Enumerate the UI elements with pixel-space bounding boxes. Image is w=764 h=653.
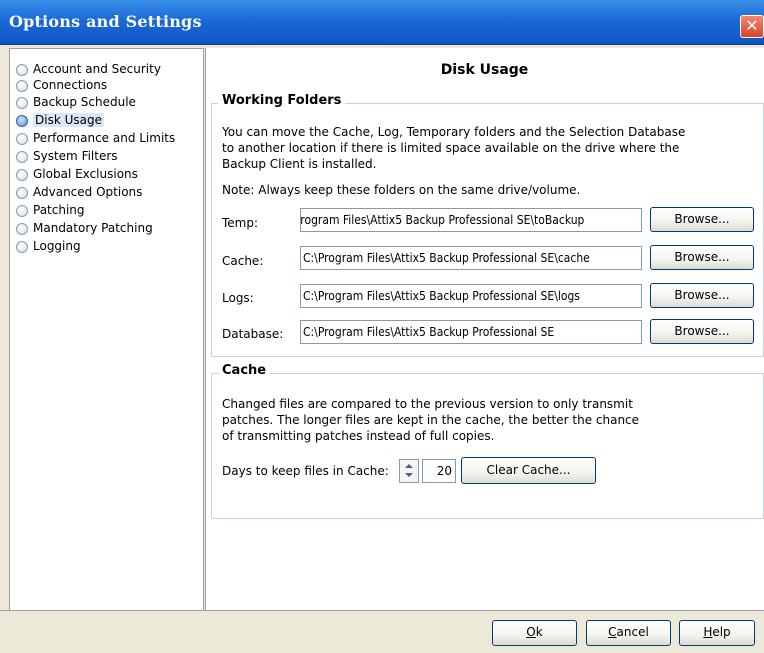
radio-icon — [16, 80, 28, 92]
spinner-icon[interactable] — [399, 459, 419, 483]
logs-browse-button[interactable]: Browse... — [650, 283, 754, 308]
nav-item-label: Mandatory Patching — [33, 221, 153, 235]
temp-label: Temp: — [222, 216, 259, 230]
working-folders-description-line-3: Backup Client is installed. — [222, 157, 377, 171]
logs-path-field[interactable]: C:\Program Files\Attix5 Backup Professio… — [300, 284, 642, 308]
cache-group-label: Cache — [218, 363, 271, 378]
ok-mnemonic: O — [526, 625, 536, 639]
clear-cache-button[interactable]: Clear Cache... — [461, 457, 596, 484]
nav-item-label: Patching — [33, 203, 85, 217]
radio-icon — [16, 187, 28, 199]
nav-item-label: Disk Usage — [33, 113, 104, 127]
radio-icon — [16, 223, 28, 235]
nav-item-label: System Filters — [33, 149, 118, 163]
nav-item-label: Performance and Limits — [33, 131, 176, 145]
options-nav-list: Account and Security Connections Backup … — [15, 60, 175, 255]
cache-browse-button[interactable]: Browse... — [650, 245, 754, 270]
nav-item-label: Advanced Options — [33, 185, 143, 199]
help-button[interactable]: Help — [679, 620, 755, 646]
nav-item-label: Connections — [33, 78, 108, 92]
window-title: Options and Settings — [9, 12, 202, 31]
cancel-label-rest: ancel — [616, 625, 649, 639]
spinner-up-icon[interactable] — [405, 464, 413, 468]
radio-icon — [16, 97, 28, 109]
nav-item-mandatory-patching[interactable]: Mandatory Patching — [15, 219, 175, 237]
cache-group — [211, 373, 764, 519]
working-folders-note: Note: Always keep these folders on the s… — [222, 183, 581, 197]
days-to-keep-label: Days to keep files in Cache: — [222, 464, 389, 478]
radio-icon — [16, 151, 28, 163]
nav-item-backup-schedule[interactable]: Backup Schedule — [15, 93, 175, 111]
radio-icon — [16, 64, 28, 76]
nav-item-logging[interactable]: Logging — [15, 237, 175, 255]
nav-item-system-filters[interactable]: System Filters — [15, 147, 175, 165]
temp-browse-button[interactable]: Browse... — [650, 207, 754, 232]
cache-label: Cache: — [222, 254, 264, 268]
cancel-mnemonic: C — [608, 625, 617, 639]
nav-item-patching[interactable]: Patching — [15, 201, 175, 219]
help-mnemonic: H — [703, 625, 713, 639]
radio-icon — [16, 241, 28, 253]
database-label: Database: — [222, 327, 284, 341]
help-label-rest: elp — [712, 625, 731, 639]
cache-description-line-3: of transmitting patches instead of full … — [222, 429, 495, 443]
nav-item-performance-and-limits[interactable]: Performance and Limits — [15, 129, 175, 147]
days-to-keep-field[interactable]: 20 — [422, 459, 456, 483]
radio-icon — [16, 169, 28, 181]
database-browse-button[interactable]: Browse... — [650, 319, 754, 344]
ok-button[interactable]: Ok — [492, 620, 577, 646]
nav-item-disk-usage[interactable]: Disk Usage — [15, 111, 175, 129]
radio-icon — [16, 133, 28, 145]
working-folders-description-line-1: You can move the Cache, Log, Temporary f… — [222, 125, 686, 139]
ok-label-rest: k — [535, 625, 543, 639]
radio-icon — [16, 205, 28, 217]
nav-item-label: Account and Security — [33, 62, 161, 76]
cancel-button[interactable]: Cancel — [586, 620, 671, 646]
close-icon[interactable]: ✕ — [740, 15, 764, 38]
nav-item-label: Global Exclusions — [33, 167, 138, 181]
working-folders-label: Working Folders — [218, 93, 346, 108]
radio-icon — [16, 115, 28, 127]
cache-description-line-1: Changed files are compared to the previo… — [222, 397, 633, 411]
cache-description-line-2: patches. The longer files are kept in th… — [222, 413, 640, 427]
spinner-down-icon[interactable] — [405, 473, 413, 477]
nav-item-connections[interactable]: Connections — [15, 78, 175, 93]
page-title: Disk Usage — [440, 62, 529, 78]
title-bar[interactable]: Options and Settings ✕ — [0, 0, 764, 45]
nav-item-global-exclusions[interactable]: Global Exclusions — [15, 165, 175, 183]
cache-path-field[interactable]: C:\Program Files\Attix5 Backup Professio… — [300, 246, 642, 270]
database-path-field[interactable]: C:\Program Files\Attix5 Backup Professio… — [300, 320, 642, 344]
nav-item-label: Backup Schedule — [33, 95, 136, 109]
nav-item-advanced-options[interactable]: Advanced Options — [15, 183, 175, 201]
working-folders-description-line-2: to another location if there is limited … — [222, 141, 680, 155]
nav-item-account-and-security[interactable]: Account and Security — [15, 60, 175, 78]
temp-path-field[interactable]: Program Files\Attix5 Backup Professional… — [300, 208, 642, 232]
nav-item-label: Logging — [33, 239, 81, 253]
logs-label: Logs: — [222, 291, 254, 305]
